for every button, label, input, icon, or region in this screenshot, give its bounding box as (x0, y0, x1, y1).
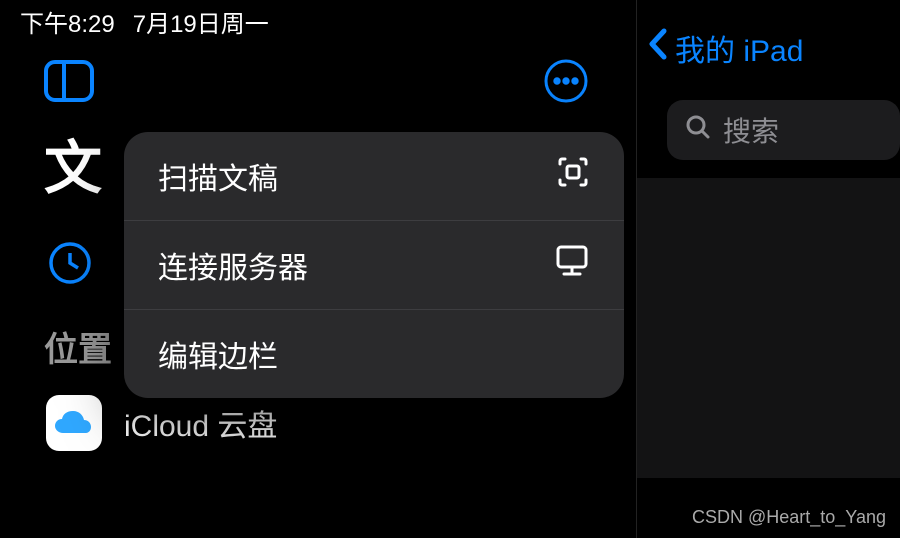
sidebar-pane: 下午8:29 7月19日周一 文 位置 (0, 0, 636, 538)
search-placeholder: 搜索 (723, 110, 779, 150)
context-popover: 扫描文稿 连接服务器 编辑边栏 (124, 132, 624, 398)
chevron-left-icon (647, 27, 669, 69)
content-pane: 我的 iPad 搜索 CSDN @Heart_to_Yang (636, 0, 900, 538)
popover-item-edit-sidebar[interactable]: 编辑边栏 (124, 309, 624, 398)
section-label: 位置 (44, 322, 112, 371)
back-button[interactable]: 我的 iPad (637, 0, 900, 70)
status-time: 下午8:29 (20, 4, 115, 39)
popover-item-scan[interactable]: 扫描文稿 (124, 132, 624, 220)
sidebar-item-label: iCloud 云盘 (124, 401, 277, 445)
popover-item-label: 连接服务器 (158, 243, 308, 287)
search-input[interactable]: 搜索 (667, 100, 900, 160)
sidebar-toolbar (0, 39, 636, 103)
popover-item-label: 编辑边栏 (158, 332, 278, 376)
watermark: CSDN @Heart_to_Yang (692, 507, 886, 528)
content-area (637, 178, 900, 478)
more-menu-icon[interactable] (544, 59, 588, 103)
status-date: 7月19日周一 (133, 4, 269, 39)
popover-item-connect-server[interactable]: 连接服务器 (124, 220, 624, 309)
sidebar-toggle-icon[interactable] (44, 60, 94, 102)
back-label: 我的 iPad (675, 26, 803, 70)
search-icon (685, 114, 711, 147)
icloud-icon (46, 395, 102, 451)
server-icon (554, 244, 590, 286)
scan-icon (556, 155, 590, 197)
popover-item-label: 扫描文稿 (158, 154, 278, 198)
status-bar: 下午8:29 7月19日周一 (0, 0, 636, 39)
